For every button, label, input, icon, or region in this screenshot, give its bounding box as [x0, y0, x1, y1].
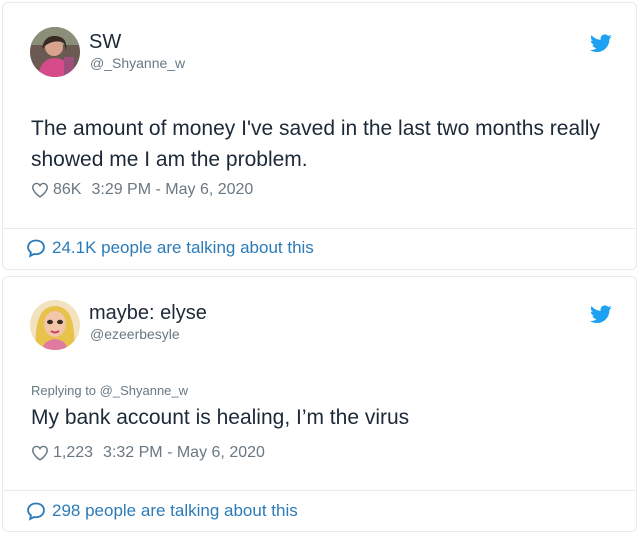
- conversation-text[interactable]: 24.1K people are talking about this: [52, 238, 314, 258]
- avatar[interactable]: [30, 300, 80, 350]
- tweet-meta: 1,223 3:32 PM - May 6, 2020: [31, 444, 265, 462]
- tweet-card[interactable]: maybe: elyse @ezeerbesyle Replying to @_…: [2, 276, 637, 532]
- twitter-bird-icon[interactable]: [590, 305, 612, 324]
- conversation-link[interactable]: 24.1K people are talking about this: [26, 238, 314, 258]
- heart-icon[interactable]: [31, 182, 49, 198]
- timestamp[interactable]: 3:32 PM - May 6, 2020: [103, 444, 265, 462]
- display-name[interactable]: SW: [89, 31, 121, 54]
- speech-bubble-icon: [27, 239, 45, 258]
- speech-bubble-icon: [27, 502, 45, 521]
- tweet-meta: 86K 3:29 PM - May 6, 2020: [31, 181, 253, 199]
- avatar[interactable]: [30, 27, 80, 77]
- timestamp[interactable]: 3:29 PM - May 6, 2020: [91, 181, 253, 199]
- conversation-text[interactable]: 298 people are talking about this: [52, 501, 298, 521]
- heart-icon[interactable]: [31, 445, 49, 461]
- twitter-bird-icon[interactable]: [590, 34, 612, 53]
- like-count[interactable]: 86K: [53, 181, 81, 199]
- display-name[interactable]: maybe: elyse: [89, 302, 207, 325]
- like-count[interactable]: 1,223: [53, 444, 93, 462]
- conversation-link[interactable]: 298 people are talking about this: [26, 501, 298, 521]
- reply-context[interactable]: Replying to @_Shyanne_w: [31, 383, 188, 398]
- handle[interactable]: @_Shyanne_w: [90, 55, 185, 71]
- tweet-card[interactable]: SW @_Shyanne_w The amount of money I've …: [2, 2, 637, 270]
- tweet-text: My bank account is healing, I’m the viru…: [31, 406, 410, 429]
- divider: [3, 490, 636, 491]
- handle[interactable]: @ezeerbesyle: [90, 326, 180, 342]
- tweet-text: The amount of money I've saved in the la…: [31, 117, 600, 171]
- divider: [3, 228, 636, 229]
